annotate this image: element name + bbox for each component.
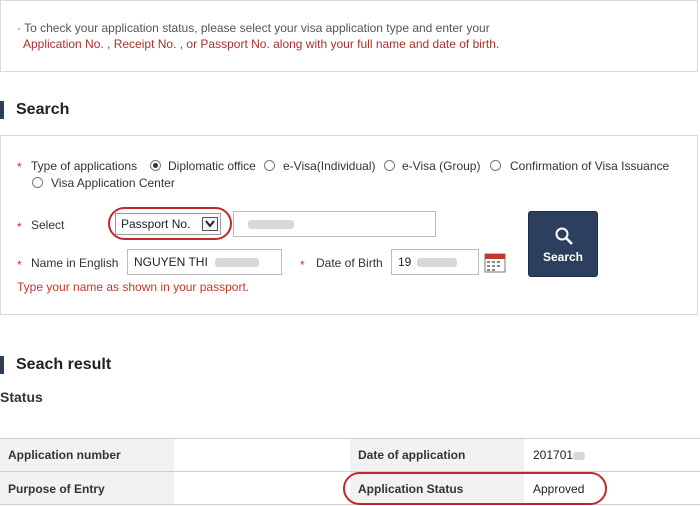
chevron-down-icon[interactable] bbox=[202, 217, 218, 231]
id-type-select[interactable]: Passport No. bbox=[115, 213, 221, 235]
id-number-input[interactable] bbox=[233, 211, 436, 237]
required-mark: * bbox=[17, 220, 22, 234]
application-number-label: Application number bbox=[8, 448, 121, 462]
magnifier-icon bbox=[554, 226, 574, 249]
search-heading: Search bbox=[16, 101, 70, 118]
date-of-application-value: 201701 bbox=[533, 448, 586, 462]
select-label: Select bbox=[31, 218, 65, 232]
type-of-applications-label: Type of applications bbox=[31, 159, 138, 173]
required-mark: * bbox=[17, 160, 22, 174]
name-hint: Type your name as shown in your passport… bbox=[17, 280, 250, 294]
notice-box bbox=[0, 0, 698, 72]
redacted-dob bbox=[416, 258, 457, 268]
radio-confirmation-visa-issuance[interactable] bbox=[490, 160, 501, 171]
radio-visa-application-center-label[interactable]: Visa Application Center bbox=[51, 176, 175, 190]
calendar-icon[interactable] bbox=[484, 251, 506, 276]
radio-confirmation-visa-issuance-label[interactable]: Confirmation of Visa Issuance bbox=[510, 159, 669, 173]
purpose-of-entry-label: Purpose of Entry bbox=[8, 482, 105, 496]
radio-evisa-individual-label[interactable]: e-Visa(Individual) bbox=[283, 159, 376, 173]
status-heading: Status bbox=[0, 389, 43, 405]
required-mark: * bbox=[300, 258, 305, 272]
name-in-english-value: NGUYEN THI bbox=[134, 255, 208, 269]
search-heading-bar bbox=[0, 101, 4, 119]
search-button[interactable]: Search bbox=[528, 211, 598, 277]
highlight-circle-status bbox=[343, 472, 607, 505]
radio-evisa-individual[interactable] bbox=[264, 160, 275, 171]
result-heading: Seach result bbox=[16, 356, 112, 373]
date-of-birth-label: Date of Birth bbox=[316, 256, 383, 270]
date-of-birth-value: 19 bbox=[398, 255, 412, 269]
search-button-label: Search bbox=[542, 250, 584, 264]
required-mark: * bbox=[17, 258, 22, 272]
redacted-name bbox=[215, 258, 260, 268]
radio-visa-application-center[interactable] bbox=[32, 177, 43, 188]
notice-line-2: Application No. , Receipt No. , or Passp… bbox=[23, 37, 500, 51]
result-heading-bar bbox=[0, 356, 4, 374]
date-of-application-text: 201701 bbox=[533, 448, 574, 462]
date-of-application-label: Date of application bbox=[358, 448, 466, 462]
radio-diplomatic-office[interactable] bbox=[150, 160, 161, 171]
radio-evisa-group[interactable] bbox=[384, 160, 395, 171]
redacted-date bbox=[573, 451, 586, 460]
date-of-birth-input[interactable]: 19 bbox=[391, 249, 479, 275]
redacted-id-number bbox=[248, 220, 294, 230]
radio-evisa-group-label[interactable]: e-Visa (Group) bbox=[402, 159, 480, 173]
table-divider bbox=[0, 438, 700, 439]
notice-line-1: · To check your application status, plea… bbox=[17, 21, 490, 35]
name-in-english-label: Name in English bbox=[31, 256, 119, 270]
radio-diplomatic-office-label[interactable]: Diplomatic office bbox=[168, 159, 256, 173]
name-in-english-input[interactable]: NGUYEN THI bbox=[127, 249, 282, 275]
id-type-select-value: Passport No. bbox=[121, 217, 191, 231]
